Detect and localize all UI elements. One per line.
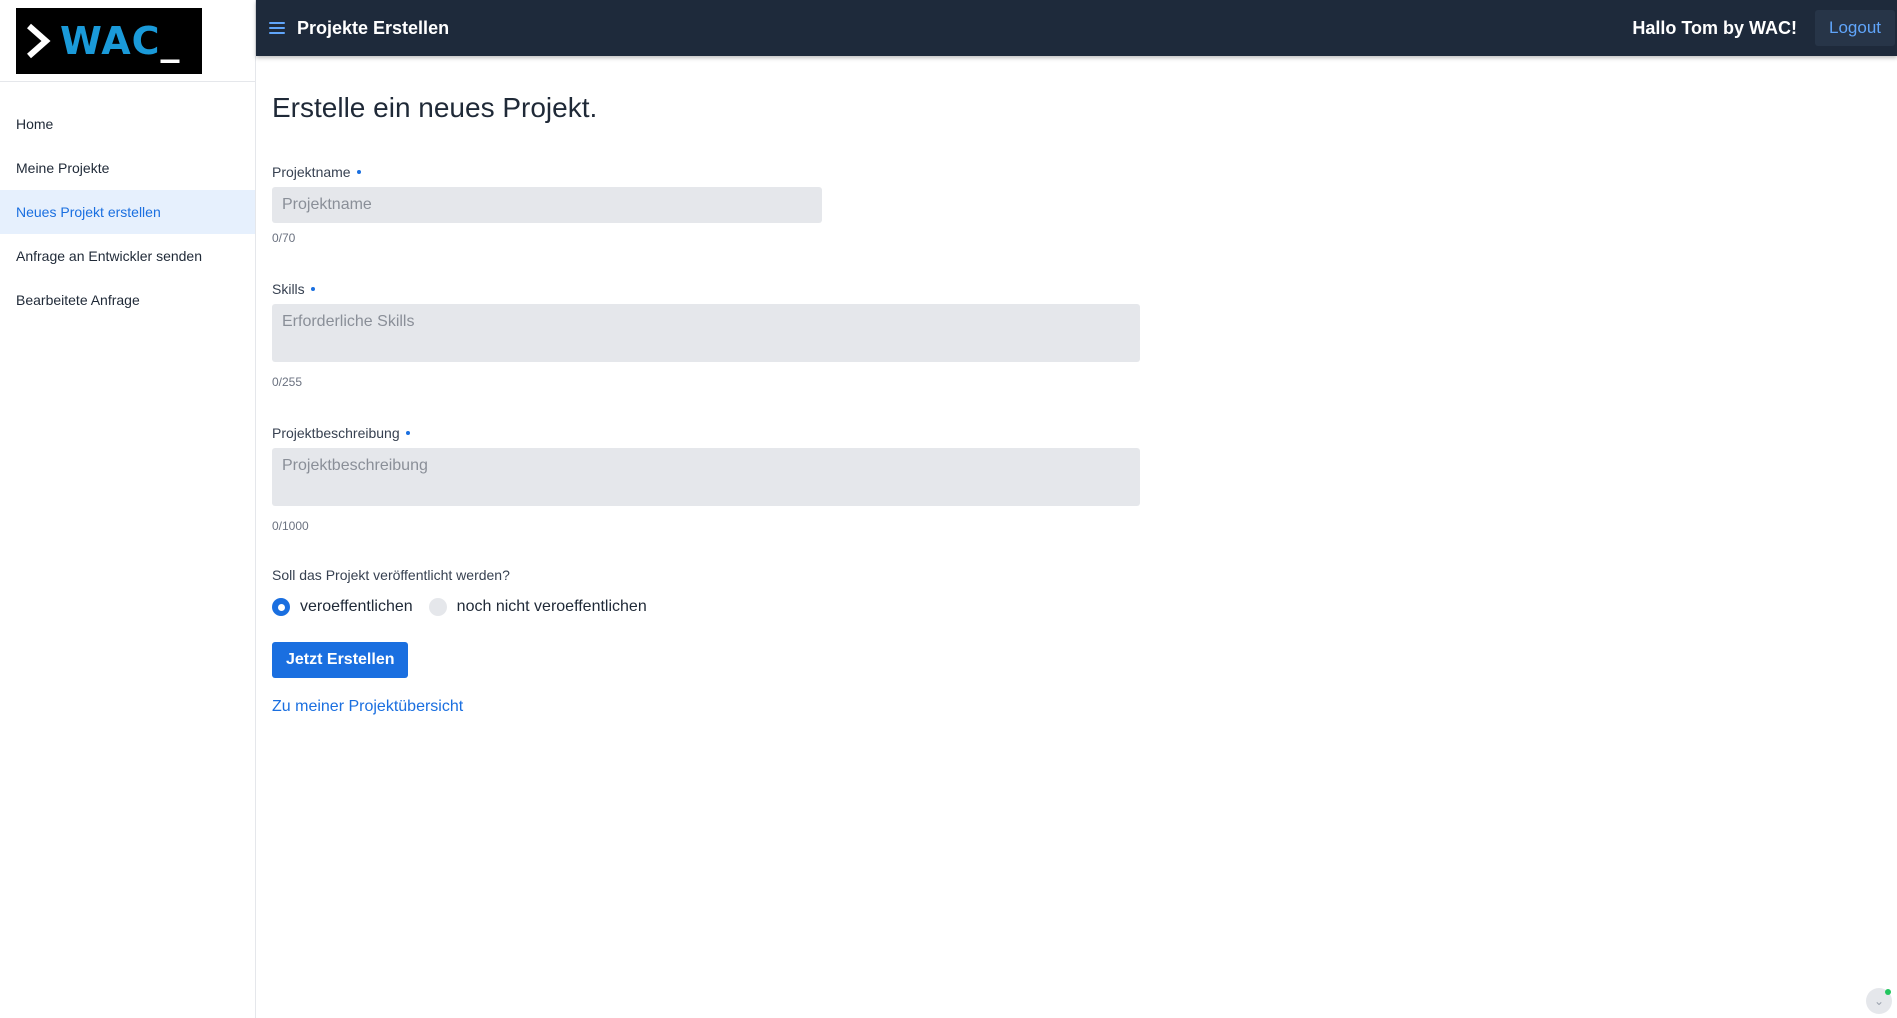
sidebar-item-home[interactable]: Home xyxy=(0,102,255,146)
radio-not-publish-label: noch nicht veroeffentlichen xyxy=(456,598,647,615)
main-content: Erstelle ein neues Projekt. Projektname … xyxy=(272,56,1272,716)
page-title: Erstelle ein neues Projekt. xyxy=(272,92,598,123)
required-indicator xyxy=(356,170,361,174)
logo[interactable]: WAC_ xyxy=(16,8,202,74)
assistant-widget-icon[interactable]: ⌄ xyxy=(1866,988,1892,1014)
chevron-down-icon: ⌄ xyxy=(1873,994,1885,1008)
menu-icon[interactable] xyxy=(269,22,285,34)
description-counter: 0/1000 xyxy=(272,519,309,533)
logo-text: WAC_ xyxy=(60,19,181,63)
sidebar: WAC_ Home Meine Projekte Neues Projekt e… xyxy=(0,0,256,1018)
publish-question: Soll das Projekt veröffentlicht werden? xyxy=(272,567,510,583)
chevron-right-icon xyxy=(27,23,51,59)
sidebar-item-bearbeitete-anfrage[interactable]: Bearbeitete Anfrage xyxy=(0,278,255,322)
radio-publish[interactable]: veroeffentlichen xyxy=(272,598,413,616)
sidebar-nav: Home Meine Projekte Neues Projekt erstel… xyxy=(0,102,255,322)
skills-field-group: Skills 0/255 xyxy=(272,281,1272,389)
description-label: Projektbeschreibung xyxy=(272,425,1272,441)
sidebar-item-meine-projekte[interactable]: Meine Projekte xyxy=(0,146,255,190)
page-title-bar: Projekte Erstellen xyxy=(297,17,450,38)
user-area: Hallo Tom by WAC! Logout xyxy=(1632,0,1897,56)
required-indicator xyxy=(405,431,410,435)
user-greeting: Hallo Tom by WAC! xyxy=(1632,17,1797,38)
projectname-input[interactable] xyxy=(272,187,822,223)
skills-counter: 0/255 xyxy=(272,375,303,389)
radio-not-publish[interactable]: noch nicht veroeffentlichen xyxy=(428,598,647,616)
radio-publish-label: veroeffentlichen xyxy=(300,598,413,615)
description-field-group: Projektbeschreibung 0/1000 xyxy=(272,425,1272,533)
radio-selected-indicator[interactable] xyxy=(272,598,290,616)
sidebar-item-anfrage-senden[interactable]: Anfrage an Entwickler senden xyxy=(0,234,255,278)
projectname-counter: 0/70 xyxy=(272,231,296,245)
projectname-field-group: Projektname 0/70 xyxy=(272,164,1272,245)
project-overview-link[interactable]: Zu meiner Projektübersicht xyxy=(272,698,463,716)
status-dot xyxy=(1885,989,1891,995)
required-indicator xyxy=(310,287,315,291)
logout-button[interactable]: Logout xyxy=(1815,10,1895,46)
sidebar-item-neues-projekt[interactable]: Neues Projekt erstellen xyxy=(0,190,255,234)
projectname-label: Projektname xyxy=(272,164,1272,180)
publish-radio-group: veroeffentlichen noch nicht veroeffentli… xyxy=(272,598,1272,616)
top-bar: Projekte Erstellen Hallo Tom by WAC! Log… xyxy=(256,0,1897,56)
submit-button[interactable]: Jetzt Erstellen xyxy=(272,642,409,678)
description-textarea[interactable] xyxy=(272,448,1140,506)
skills-label: Skills xyxy=(272,281,1272,297)
radio-unselected-indicator[interactable] xyxy=(428,598,447,616)
skills-textarea[interactable] xyxy=(272,304,1140,362)
logo-container: WAC_ xyxy=(0,0,255,82)
